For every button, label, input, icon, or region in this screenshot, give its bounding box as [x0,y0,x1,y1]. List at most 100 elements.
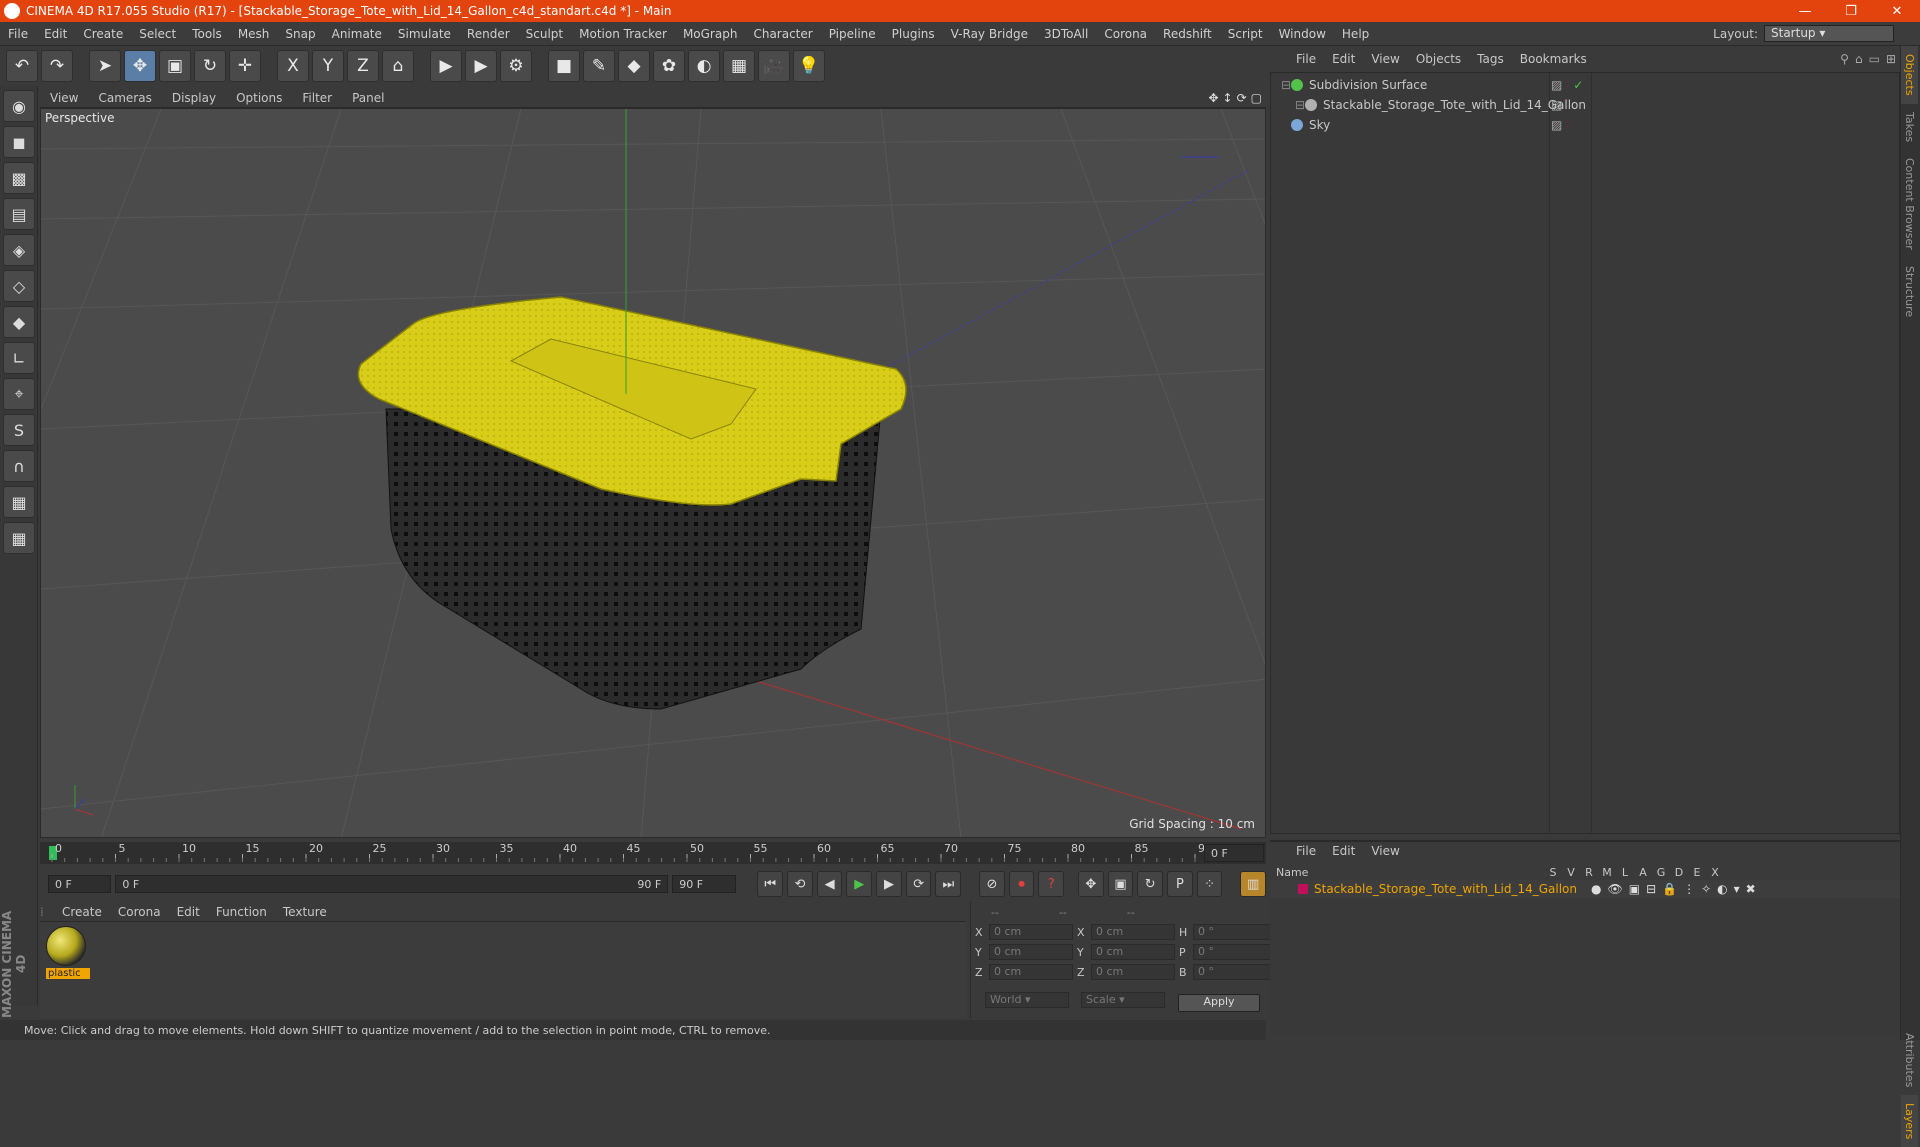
workplane-lock-button[interactable]: ▦ [3,486,35,518]
timeline-ruler[interactable]: 051015202530354045505560657075808590 0 F [40,842,1266,864]
render-view-button[interactable]: ▶ [430,50,462,82]
layer-icon[interactable]: ▨ [1551,98,1562,112]
pen-button[interactable]: ✎ [583,50,615,82]
object-name[interactable]: Subdivision Surface [1309,78,1427,92]
keyframe-help-button[interactable]: ? [1038,871,1065,897]
tweak-mode-button[interactable]: ⌖ [3,378,35,410]
prev-frame-button[interactable]: ◀ [816,871,843,897]
texture-mode-button[interactable]: ▩ [3,162,35,194]
autokey-button[interactable]: ⊘ [979,871,1005,897]
redo-button[interactable]: ↷ [41,50,73,82]
xref-toggle-icon[interactable]: ✖ [1746,882,1756,896]
deformer-button[interactable]: ◐ [688,50,720,82]
play-button[interactable]: ▶ [846,871,873,897]
scale-button[interactable]: ▣ [159,50,191,82]
object-name[interactable]: Sky [1309,118,1330,132]
pan-view-icon[interactable]: ✥ [1208,91,1218,105]
menu-simulate[interactable]: Simulate [390,27,459,41]
transform-button[interactable]: ✛ [229,50,261,82]
menu-sculpt[interactable]: Sculpt [518,27,571,41]
dolly-view-icon[interactable]: ↕ [1223,91,1233,105]
object-menu-edit[interactable]: Edit [1324,52,1363,66]
key-scale-button[interactable]: ▣ [1107,871,1134,897]
object-menu-file[interactable]: File [1288,52,1324,66]
key-rotation-button[interactable]: ↻ [1137,871,1164,897]
expand-icon[interactable]: ⊟ [1281,78,1291,92]
visibility-dots-icon[interactable]: ⁚ [1566,80,1569,90]
manager-toggle-icon[interactable]: ⊟ [1646,882,1656,896]
viewport-menu-cameras[interactable]: Cameras [88,91,161,105]
select-button[interactable]: ➤ [89,50,121,82]
viewport-menu-view[interactable]: View [40,91,88,105]
generator-toggle-icon[interactable]: ✧ [1701,882,1711,896]
render-picture-viewer-button[interactable]: ▶ [465,50,497,82]
menu-help[interactable]: Help [1334,27,1377,41]
menu-mesh[interactable]: Mesh [230,27,278,41]
material-menu-edit[interactable]: Edit [169,905,208,919]
polygons-mode-button[interactable]: ◆ [3,306,35,338]
solo-toggle-icon[interactable]: ● [1591,882,1601,896]
position-field[interactable]: 0 cm [989,924,1073,940]
go-to-end-button[interactable]: ⏭ [935,871,962,897]
object-row[interactable]: ⊟ Stackable_Storage_Tote_with_Lid_14_Gall… [1271,95,1899,115]
subdivision-button[interactable]: ◆ [618,50,650,82]
apply-button[interactable]: Apply [1178,994,1260,1012]
floor-button[interactable]: ▦ [723,50,755,82]
material-menu-texture[interactable]: Texture [275,905,335,919]
menu-edit[interactable]: Edit [36,27,75,41]
layer-color-swatch[interactable] [1298,884,1308,894]
end-frame-field[interactable]: 90 F [672,875,736,893]
expand-icon[interactable]: ⊟ [1295,98,1305,112]
visible-toggle-icon[interactable]: 👁 [1608,882,1623,896]
edit-render-settings-button[interactable]: ⚙ [500,50,532,82]
z-axis-button[interactable]: Z [347,50,379,82]
menu-corona[interactable]: Corona [1096,27,1155,41]
prev-key-button[interactable]: ⟲ [787,871,813,897]
viewport-perspective[interactable]: Perspective Grid Spacing : 10 cm [40,108,1266,838]
edges-mode-button[interactable]: ◇ [3,270,35,302]
menu-mograph[interactable]: MoGraph [675,27,746,41]
y-axis-button[interactable]: Y [312,50,344,82]
viewport-menu-options[interactable]: Options [226,91,292,105]
side-tab-objects[interactable]: Objects [1901,46,1918,104]
deformer-toggle-icon[interactable]: ◐ [1717,882,1727,896]
position-field[interactable]: 0 cm [989,964,1073,980]
menu-select[interactable]: Select [131,27,184,41]
layer-row[interactable]: Stackable_Storage_Tote_with_Lid_14_Gallo… [1270,880,1900,898]
menu-animate[interactable]: Animate [324,27,390,41]
move-button[interactable]: ✥ [124,50,156,82]
menu-render[interactable]: Render [459,27,518,41]
object-menu-objects[interactable]: Objects [1408,52,1469,66]
scale-select[interactable]: Scale ▾ [1081,992,1165,1008]
close-button[interactable]: ✕ [1874,4,1920,19]
key-param-button[interactable]: P [1167,871,1193,897]
object-menu-bookmarks[interactable]: Bookmarks [1512,52,1595,66]
menu-tools[interactable]: Tools [184,27,230,41]
menu-pipeline[interactable]: Pipeline [821,27,884,41]
side-tab-layers[interactable]: Layers [1901,1095,1918,1147]
camera-button[interactable]: 🎥 [758,50,790,82]
position-field[interactable]: 0 cm [989,944,1073,960]
menu-window[interactable]: Window [1271,27,1334,41]
object-row[interactable]: Sky ▨ ⁚ [1271,115,1899,135]
side-tab-content-browser[interactable]: Content Browser [1901,150,1918,258]
size-field[interactable]: 0 cm [1091,964,1175,980]
make-editable-button[interactable]: ◉ [3,90,35,122]
size-field[interactable]: 0 cm [1091,944,1175,960]
menu-create[interactable]: Create [75,27,131,41]
coord-system-button[interactable]: ⌂ [382,50,414,82]
visibility-dots-icon[interactable]: ⁚ [1566,100,1569,110]
material-menu-create[interactable]: Create [54,905,110,919]
maximize-button[interactable]: ❐ [1828,4,1874,19]
viewport-menu-display[interactable]: Display [162,91,226,105]
render-toggle-icon[interactable]: ▣ [1629,882,1640,896]
expression-toggle-icon[interactable]: ▾ [1734,882,1740,896]
world-select[interactable]: World ▾ [985,992,1069,1008]
lock-icon[interactable]: ⊞ [1886,52,1896,66]
visibility-dots-icon[interactable]: ⁚ [1566,120,1569,130]
toggle-layout-icon[interactable]: ▢ [1251,91,1262,105]
viewport-menu-panel[interactable]: Panel [342,91,394,105]
menu-3dtoall[interactable]: 3DToAll [1036,27,1096,41]
axis-mode-button[interactable]: ∟ [3,342,35,374]
next-key-button[interactable]: ⟳ [905,871,932,897]
